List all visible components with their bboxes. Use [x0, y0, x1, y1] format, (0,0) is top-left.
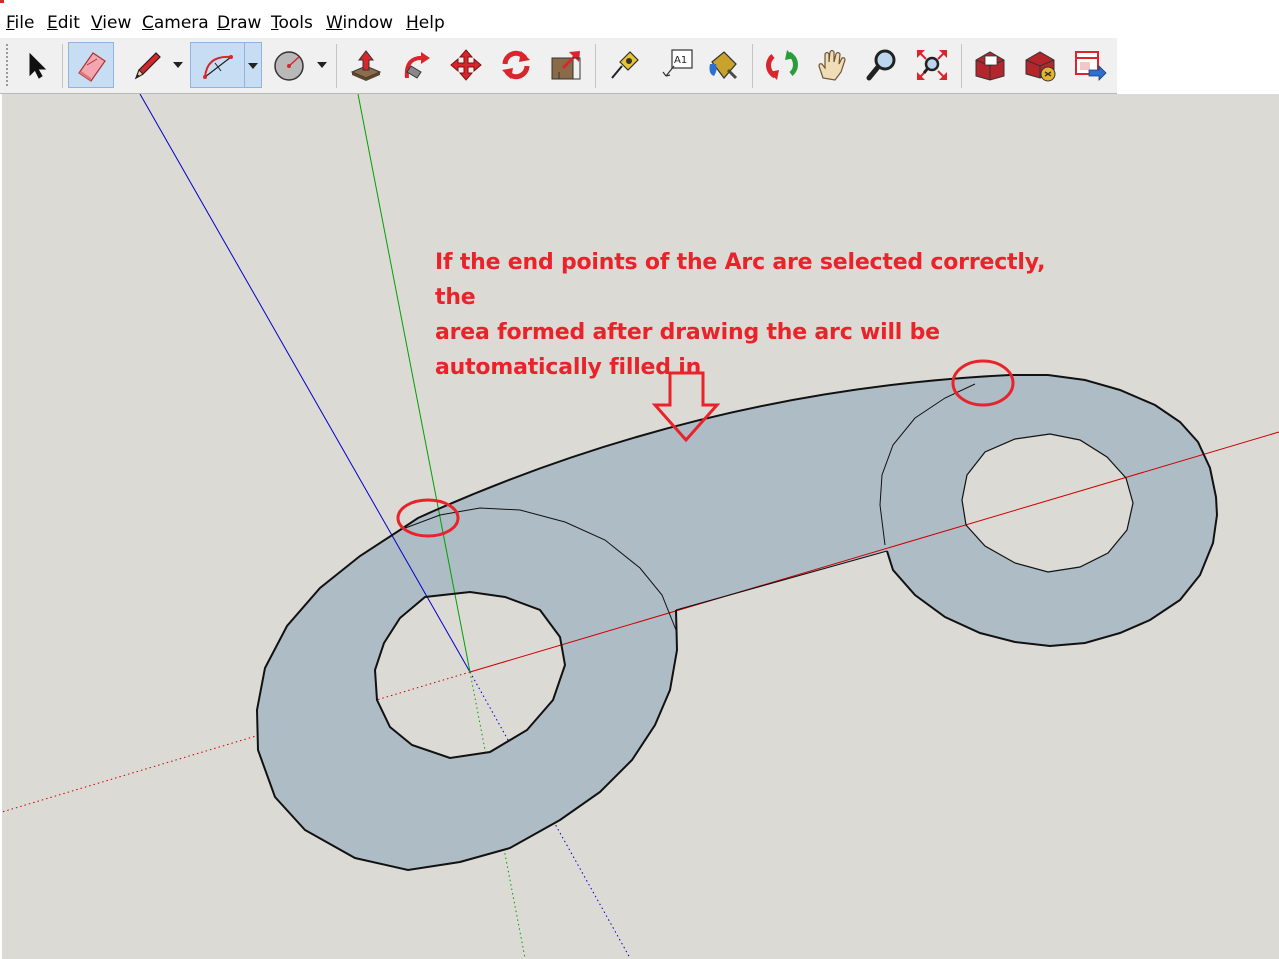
chevron-down-icon	[248, 63, 258, 69]
circle-tool[interactable]	[266, 42, 312, 88]
follow-me-icon	[404, 52, 430, 79]
warehouse-icon	[975, 51, 1005, 81]
toolbar-separator	[62, 44, 63, 88]
scale-icon	[551, 51, 581, 80]
pencil-dropdown[interactable]	[170, 42, 186, 88]
move-icon	[450, 49, 482, 81]
zoom-extents-tool[interactable]	[909, 42, 955, 88]
modeling-viewport[interactable]: If the end points of the Arc are selecte…	[2, 94, 1279, 959]
orbit-tool[interactable]	[759, 42, 805, 88]
toolbar-separator	[961, 44, 962, 88]
menu-view[interactable]: View	[90, 12, 132, 34]
menu-edit[interactable]: Edit	[46, 12, 81, 34]
warehouse-tool[interactable]	[967, 42, 1013, 88]
toolbar-separator	[595, 44, 596, 88]
chevron-down-icon	[173, 62, 183, 68]
send-to-layout-tool[interactable]	[1067, 42, 1113, 88]
menu-bar: File Edit View Camera Draw Tools Window …	[0, 0, 1279, 38]
eraser-tool[interactable]	[68, 42, 114, 88]
magnifier-icon	[866, 49, 896, 81]
rotate-icon	[502, 50, 530, 80]
blue-axis	[139, 94, 471, 673]
menu-help[interactable]: Help	[405, 12, 446, 34]
push-pull-icon	[350, 50, 382, 81]
push-pull-tool[interactable]	[343, 42, 389, 88]
scale-tool[interactable]	[543, 42, 589, 88]
circle-icon	[274, 51, 304, 81]
paint-bucket-tool[interactable]	[700, 42, 746, 88]
move-tool[interactable]	[443, 42, 489, 88]
tape-measure-icon	[611, 51, 639, 79]
toolbar-separator	[336, 44, 337, 88]
orbit-icon	[766, 50, 798, 80]
menu-draw[interactable]: Draw	[216, 12, 262, 34]
select-tool[interactable]	[12, 42, 58, 88]
arc-dropdown[interactable]	[244, 42, 262, 88]
paint-bucket-icon	[709, 51, 738, 80]
text-icon: A1	[662, 49, 693, 77]
rotate-tool[interactable]	[493, 42, 539, 88]
menu-tools[interactable]: Tools	[270, 12, 314, 34]
arc-icon	[203, 55, 233, 79]
arc-tool[interactable]	[190, 42, 246, 88]
pencil-tool[interactable]	[124, 42, 170, 88]
text-tool-label: A1	[674, 55, 687, 66]
menu-file[interactable]: File	[5, 12, 35, 34]
toolbar-separator	[752, 44, 753, 88]
chevron-down-icon	[317, 62, 327, 68]
circle-dropdown[interactable]	[314, 42, 330, 88]
eraser-icon	[78, 52, 106, 82]
app-icon-fragment	[0, 0, 4, 3]
arrow-cursor-icon	[29, 52, 47, 79]
zoom-tool[interactable]	[859, 42, 905, 88]
pencil-icon	[134, 52, 161, 80]
annotation-text: If the end points of the Arc are selecte…	[435, 250, 1046, 380]
toolbar-empty-area	[1117, 38, 1279, 93]
model-scene[interactable]	[2, 94, 1279, 959]
send-to-layout-icon	[1075, 51, 1107, 81]
text-tool[interactable]: A1	[654, 42, 700, 88]
extension-warehouse-tool[interactable]	[1017, 42, 1063, 88]
toolbar-grip[interactable]	[6, 44, 8, 86]
menu-camera[interactable]: Camera	[141, 12, 210, 34]
hand-icon	[818, 49, 846, 81]
pan-tool[interactable]	[809, 42, 855, 88]
filled-face[interactable]	[257, 375, 1217, 870]
menu-window[interactable]: Window	[325, 12, 394, 34]
extension-warehouse-icon	[1025, 51, 1056, 82]
tape-measure-tool[interactable]	[602, 42, 648, 88]
follow-me-tool[interactable]	[393, 42, 439, 88]
zoom-extents-icon	[917, 50, 947, 80]
